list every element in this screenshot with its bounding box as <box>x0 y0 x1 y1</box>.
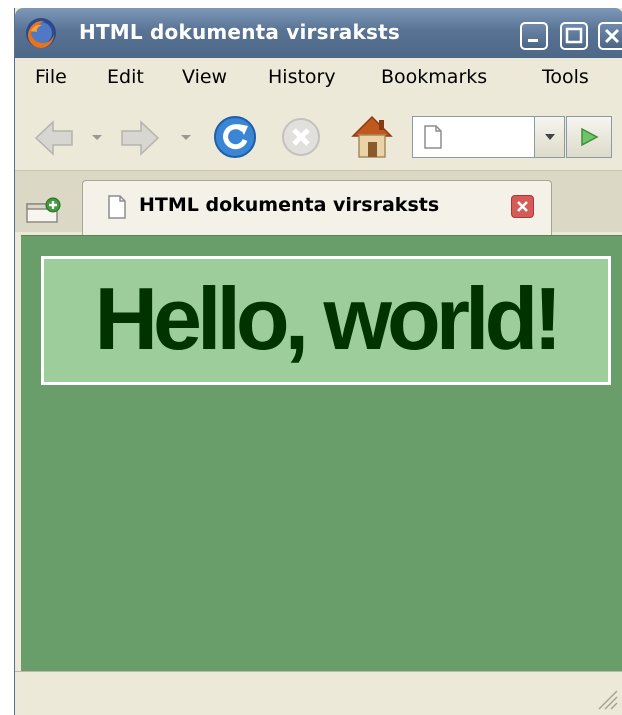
tab-page-icon <box>108 195 126 219</box>
menu-file[interactable]: File <box>35 66 67 88</box>
close-tab-icon <box>517 201 528 212</box>
maximize-button[interactable] <box>560 22 588 50</box>
back-arrow-icon[interactable] <box>33 118 75 158</box>
url-history-dropdown[interactable] <box>534 116 565 158</box>
reload-icon[interactable] <box>212 114 258 160</box>
tab-active[interactable]: HTML dokumenta virsraksts <box>82 180 552 236</box>
menu-edit[interactable]: Edit <box>107 66 144 88</box>
resize-grip-icon[interactable] <box>593 685 619 711</box>
tab-close-button[interactable] <box>511 195 534 218</box>
window-title: HTML dokumenta virsraksts <box>79 20 400 44</box>
close-icon <box>604 28 620 44</box>
maximize-icon <box>565 27 583 44</box>
page-heading: Hello, world! <box>94 269 563 368</box>
back-history-dropdown-icon[interactable] <box>91 134 103 142</box>
browser-window: HTML dokumenta virsraksts File Edit View… <box>14 8 622 715</box>
menu-history[interactable]: History <box>268 66 336 88</box>
page-viewport: Hello, world! <box>21 235 622 671</box>
navigation-toolbar <box>15 96 622 170</box>
forward-history-dropdown-icon[interactable] <box>180 134 192 142</box>
minimize-button[interactable] <box>520 22 548 50</box>
menu-bookmarks[interactable]: Bookmarks <box>381 66 487 88</box>
page-icon <box>424 125 442 149</box>
tab-title: HTML dokumenta virsraksts <box>139 194 440 216</box>
dropdown-arrow-icon <box>545 134 555 140</box>
title-bar: HTML dokumenta virsraksts <box>15 8 622 58</box>
stop-icon[interactable] <box>280 116 322 158</box>
home-icon[interactable] <box>350 112 394 160</box>
status-bar <box>15 671 622 715</box>
go-button[interactable] <box>566 116 612 158</box>
go-arrow-icon <box>581 127 599 147</box>
minimize-icon <box>528 39 538 42</box>
heading-box: Hello, world! <box>41 256 611 385</box>
forward-arrow-icon[interactable] <box>119 118 161 158</box>
menu-tools[interactable]: Tools <box>542 66 589 88</box>
firefox-logo-icon <box>26 18 56 48</box>
menu-bar: File Edit View History Bookmarks Tools <box>15 58 622 96</box>
new-tab-icon <box>26 197 61 223</box>
menu-view[interactable]: View <box>182 66 227 88</box>
close-window-button[interactable] <box>598 22 622 50</box>
new-tab-button[interactable] <box>26 196 62 224</box>
